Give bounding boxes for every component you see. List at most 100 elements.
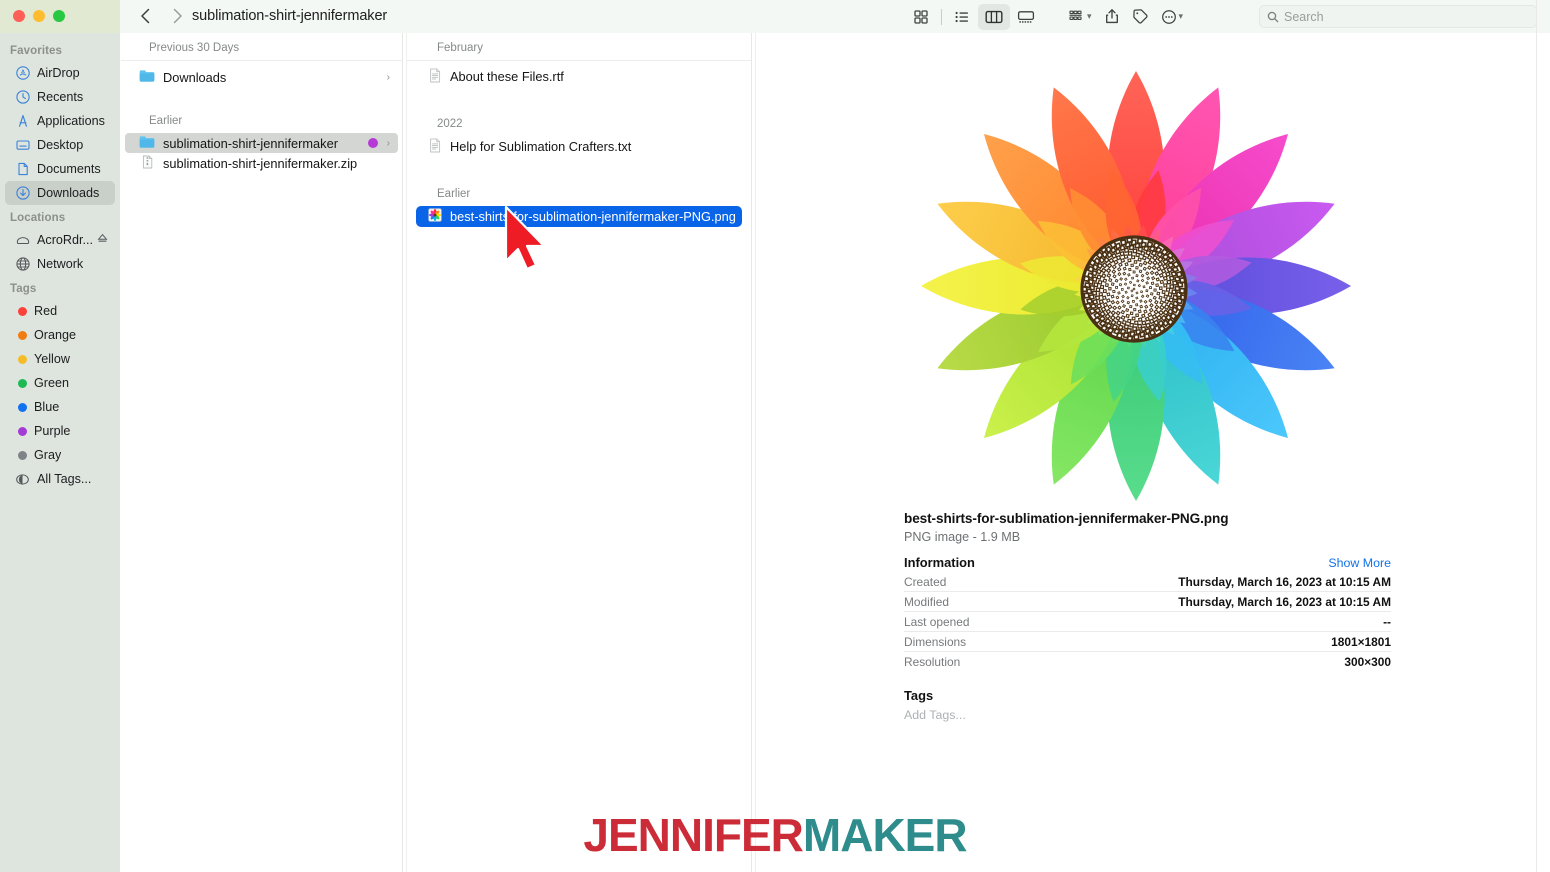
info-key: Dimensions [904, 634, 967, 649]
jennifermaker-watermark: JENNIFER MAKER [0, 805, 1550, 865]
airdrop-icon [15, 66, 30, 81]
archive-icon [139, 155, 155, 172]
file-name: Downloads [163, 69, 227, 85]
info-panel: best-shirts-for-sublimation-jennifermake… [904, 511, 1391, 722]
file-row-help-sublimation-crafters[interactable]: Help for Sublimation Crafters.txt [416, 136, 742, 157]
search-placeholder: Search [1284, 9, 1324, 24]
show-more-link[interactable]: Show More [1328, 556, 1391, 570]
file-name: sublimation-shirt-jennifermaker.zip [163, 155, 358, 171]
close-button[interactable] [13, 10, 25, 22]
search-input[interactable]: Search [1259, 5, 1537, 28]
sidebar-label: Downloads [37, 186, 100, 200]
sidebar-tag-yellow[interactable]: Yellow [5, 347, 115, 371]
add-tags-field[interactable]: Add Tags... [904, 708, 1391, 722]
sidebar-item-applications[interactable]: Applications [5, 109, 115, 133]
icon-view-button[interactable] [905, 4, 937, 30]
sidebar-label: AcroRdr... [37, 233, 93, 247]
maximize-button[interactable] [53, 10, 65, 22]
sidebar-item-recents[interactable]: Recents [5, 85, 115, 109]
tag-dot-purple-icon [368, 138, 378, 148]
sidebar-item-documents[interactable]: Documents [5, 157, 115, 181]
preview-file-kind-size: PNG image - 1.9 MB [904, 530, 1021, 544]
folder-icon [139, 69, 155, 86]
sidebar-label: Recents [37, 90, 84, 104]
disk-icon [15, 233, 30, 248]
all-tags-icon [15, 472, 30, 487]
eject-icon[interactable] [97, 233, 108, 247]
group-header-february: February [407, 33, 751, 61]
group-header-earlier-col2: Earlier [437, 188, 471, 200]
tags-title: Tags [904, 688, 934, 703]
back-chevron-icon[interactable] [134, 5, 156, 27]
minimize-button[interactable] [33, 10, 45, 22]
sidebar-label: Yellow [34, 352, 70, 366]
rtf-file-icon [428, 67, 442, 86]
sidebar-item-desktop[interactable]: Desktop [5, 133, 115, 157]
gallery-view-button[interactable] [1010, 4, 1042, 30]
sidebar-section-locations: Locations [10, 212, 66, 224]
sidebar-tag-red[interactable]: Red [5, 299, 115, 323]
file-name: Help for Sublimation Crafters.txt [450, 139, 632, 154]
globe-icon [15, 257, 30, 272]
sidebar-tag-purple[interactable]: Purple [5, 419, 115, 443]
sidebar-tag-blue[interactable]: Blue [5, 395, 115, 419]
folder-icon [139, 135, 155, 152]
info-value: 1801×1801 [1331, 634, 1391, 649]
finder-column-1: Previous 30 Days Downloads › Earlier sub… [121, 33, 402, 872]
info-row-created: Created Thursday, March 16, 2023 at 10:1… [904, 572, 1391, 592]
sidebar-tag-green[interactable]: Green [5, 371, 115, 395]
sidebar-label: Blue [34, 400, 60, 414]
flower-center [1080, 235, 1188, 343]
sidebar-label: All Tags... [37, 472, 92, 486]
toolbar-divider [941, 8, 942, 25]
information-header: Information Show More [904, 555, 1391, 570]
tag-dot-purple-icon [18, 426, 27, 436]
watermark-part1: JENNIFER [583, 809, 803, 861]
tag-dot-orange-icon [18, 330, 27, 340]
chevron-right-icon: › [386, 137, 390, 149]
sidebar-section-tags: Tags [10, 283, 37, 295]
forward-chevron-icon[interactable] [166, 5, 188, 27]
group-by-button[interactable]: ▾ [1065, 4, 1095, 30]
sidebar-item-airdrop[interactable]: AirDrop [5, 61, 115, 85]
info-row-last-opened: Last opened -- [904, 612, 1391, 632]
sidebar-label: Red [34, 304, 58, 318]
sidebar-label: Orange [34, 328, 77, 342]
desktop-icon [15, 138, 30, 153]
info-row-modified: Modified Thursday, March 16, 2023 at 10:… [904, 592, 1391, 612]
rainbow-flower-image [921, 71, 1351, 501]
chevron-right-icon: › [386, 71, 390, 83]
applications-icon [15, 114, 30, 129]
group-header-previous-30-days: Previous 30 Days [121, 33, 402, 61]
info-value: Thursday, March 16, 2023 at 10:15 AM [1178, 574, 1391, 589]
sidebar-label: Applications [37, 114, 105, 128]
sidebar-item-downloads[interactable]: Downloads [5, 181, 115, 205]
group-header-earlier-col1: Earlier [149, 115, 183, 127]
tag-dot-yellow-icon [18, 354, 27, 364]
tag-button[interactable] [1129, 4, 1152, 30]
file-row-about-these-files[interactable]: About these Files.rtf [416, 66, 742, 87]
info-key: Created [904, 574, 947, 589]
sidebar-tag-orange[interactable]: Orange [5, 323, 115, 347]
file-row-sublimation-zip[interactable]: sublimation-shirt-jennifermaker.zip [125, 153, 398, 173]
more-actions-button[interactable]: ▾ [1158, 4, 1187, 30]
file-row-best-shirts-png[interactable]: best-shirts-for-sublimation-jennifermake… [416, 206, 742, 227]
toolbar-action-buttons: ▾ ▾ [1065, 3, 1186, 30]
file-row-sublimation-folder[interactable]: sublimation-shirt-jennifermaker › [125, 133, 398, 153]
window-right-edge [1536, 0, 1537, 872]
information-title: Information [904, 555, 975, 570]
sidebar-all-tags[interactable]: All Tags... [5, 467, 115, 491]
column-view-button[interactable] [978, 3, 1010, 30]
file-row-downloads[interactable]: Downloads › [125, 67, 398, 87]
sidebar: Favorites AirDrop Recents Applications D… [0, 33, 120, 872]
sidebar-item-network[interactable]: Network [5, 252, 115, 276]
tag-dot-blue-icon [18, 402, 27, 412]
sidebar-tag-gray[interactable]: Gray [5, 443, 115, 467]
sidebar-section-favorites: Favorites [10, 45, 63, 57]
group-header-2022: 2022 [437, 118, 463, 130]
list-view-button[interactable] [946, 4, 978, 30]
file-name: best-shirts-for-sublimation-jennifermake… [450, 209, 736, 224]
sidebar-item-acrordr[interactable]: AcroRdr... [5, 228, 115, 252]
chevron-down-icon: ▾ [1178, 11, 1184, 21]
share-button[interactable] [1101, 4, 1123, 30]
